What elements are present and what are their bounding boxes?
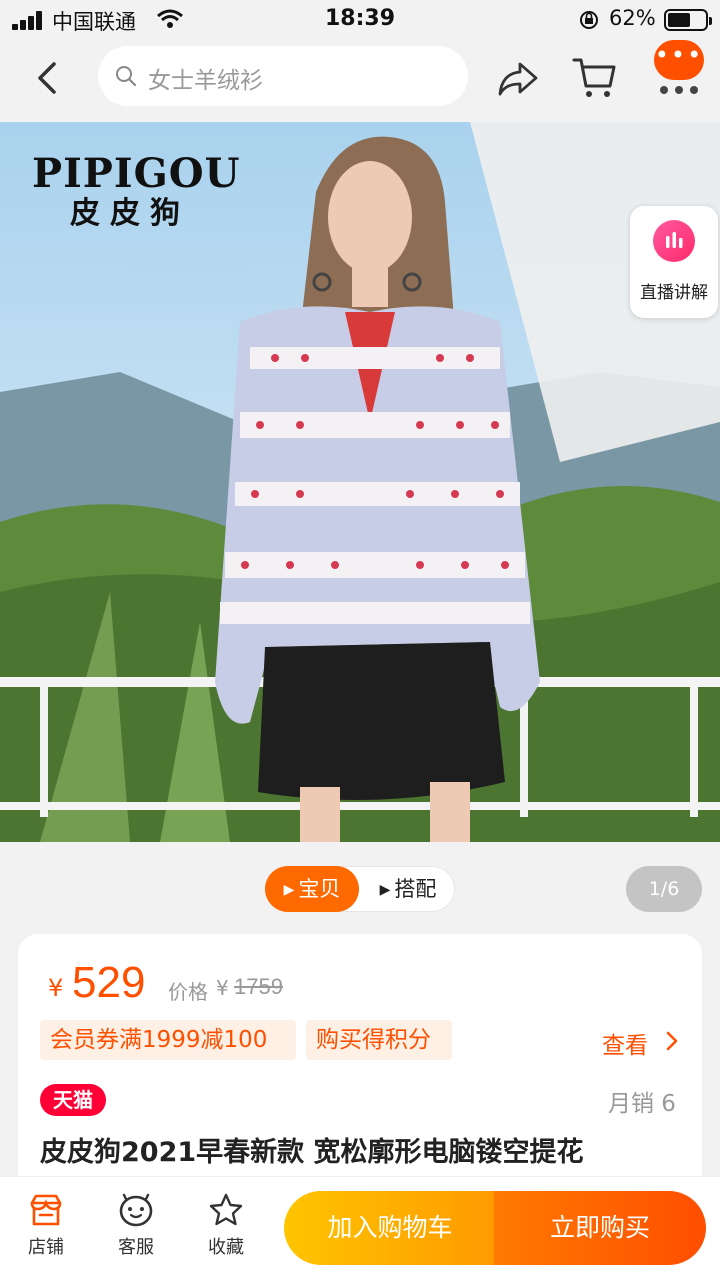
favorite-button[interactable]: 收藏 — [194, 1193, 258, 1273]
tmall-badge: 天猫 — [40, 1084, 106, 1116]
original-price-label: 价格 — [168, 980, 208, 1004]
battery-percent: 62% — [609, 6, 656, 30]
original-price-currency: ¥ — [216, 976, 229, 1000]
search-input[interactable]: 女士羊绒衫 — [98, 46, 468, 106]
battery-icon — [664, 9, 712, 31]
buy-now-button[interactable]: 立即购买 — [494, 1191, 706, 1265]
nav-bar: 女士羊绒衫 ••• — [0, 40, 720, 122]
monthly-sales: 月销 6 — [608, 1091, 676, 1117]
more-icon[interactable]: ••• — [654, 40, 704, 80]
customer-service-button[interactable]: 客服 — [104, 1193, 168, 1273]
media-tabs: ▶ 宝贝 ▶ 搭配 — [265, 866, 455, 912]
back-arrow-icon[interactable] — [28, 58, 68, 98]
tab-item[interactable]: ▶ 宝贝 — [265, 866, 359, 912]
brand-logo: PIPIGOU 皮皮狗 — [32, 152, 252, 232]
shop-button[interactable]: 店铺 — [14, 1193, 78, 1273]
live-label: 直播讲解 — [640, 283, 708, 303]
image-pager: 1/6 — [626, 866, 702, 912]
share-icon[interactable] — [496, 58, 540, 98]
cart-icon[interactable] — [572, 56, 618, 100]
product-info-card: ¥ 529 价格 ¥ 1759 会员券满1999减100 购买得积分 查看 天猫… — [18, 934, 702, 1194]
chevron-right-icon[interactable] — [664, 1030, 680, 1052]
live-chart-icon — [653, 220, 695, 262]
points-badge[interactable]: 购买得积分 — [306, 1020, 452, 1060]
product-hero-image[interactable]: PIPIGOU 皮皮狗 直播讲解 — [0, 122, 720, 842]
search-placeholder: 女士羊绒衫 — [148, 68, 263, 94]
shop-icon — [30, 1194, 62, 1226]
brand-name-en: PIPIGOU — [32, 150, 241, 197]
price-currency: ¥ — [48, 974, 64, 1002]
tab-match-label: 搭配 — [394, 877, 437, 901]
service-icon — [119, 1193, 153, 1227]
add-to-cart-button[interactable]: 加入购物车 — [284, 1191, 496, 1265]
tab-item-label: 宝贝 — [298, 877, 341, 901]
tab-match[interactable]: ▶ 搭配 — [361, 866, 455, 912]
play-icon: ▶ — [283, 882, 295, 898]
shop-label: 店铺 — [28, 1237, 64, 1258]
favorite-label: 收藏 — [208, 1237, 244, 1258]
status-bar: 中国联通 18:39 62% — [0, 0, 720, 40]
original-price: 1759 — [234, 974, 283, 999]
current-price: 529 — [72, 958, 146, 1007]
search-icon — [116, 66, 137, 87]
rotation-lock-icon — [580, 11, 598, 29]
view-coupons-link[interactable]: 查看 — [602, 1026, 648, 1060]
live-explain-button[interactable]: 直播讲解 — [630, 206, 718, 318]
product-title: 皮皮狗2021早春新款 宽松廓形电脑镂空提花 — [40, 1137, 584, 1168]
more-dots-icon[interactable] — [654, 84, 704, 96]
play-icon: ▶ — [379, 882, 391, 898]
star-icon — [209, 1193, 243, 1226]
brand-name-cn: 皮皮狗 — [70, 196, 190, 231]
bottom-action-bar: 店铺 客服 收藏 加入购物车 立即购买 — [0, 1176, 720, 1280]
service-label: 客服 — [118, 1237, 154, 1258]
member-coupon[interactable]: 会员券满1999减100 — [40, 1020, 296, 1060]
